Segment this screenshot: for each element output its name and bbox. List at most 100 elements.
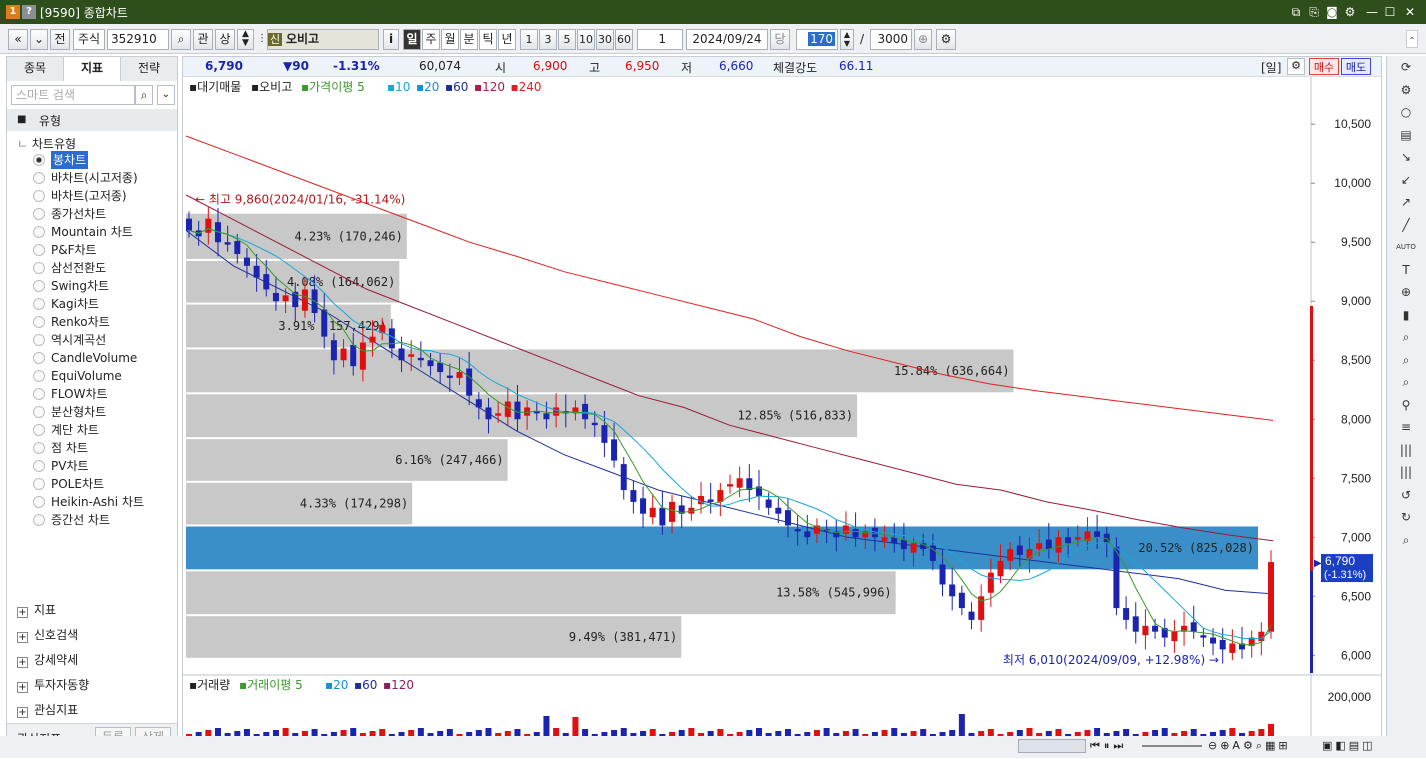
close-icon[interactable]: ✕ xyxy=(1402,3,1418,21)
chart-type-label[interactable]: 역시계곡선 xyxy=(51,331,106,349)
chart-type-radio[interactable] xyxy=(33,226,45,238)
sell-button[interactable]: 매도 xyxy=(1341,58,1371,75)
chart-type-label[interactable]: 삼선전환도 xyxy=(51,259,106,277)
chart-type-label[interactable]: 점 차트 xyxy=(51,439,88,457)
right-tool-icon[interactable]: ||| xyxy=(1395,463,1417,481)
period-tab-0[interactable]: 일 xyxy=(403,29,421,50)
chart-type-radio[interactable] xyxy=(33,298,45,310)
info-button[interactable]: i xyxy=(383,29,399,50)
type-header[interactable]: ■ 유형 xyxy=(7,109,177,131)
market-select[interactable]: 주식 xyxy=(73,29,105,50)
legend-item[interactable]: ▪240 xyxy=(511,80,542,94)
window-copy-icon[interactable]: ⎘ xyxy=(1306,3,1322,21)
count-select[interactable]: 1 xyxy=(637,29,683,50)
chart-type-label[interactable]: 바차트(고저종) xyxy=(51,187,127,205)
chart-type-radio[interactable] xyxy=(33,370,45,382)
legend-item[interactable]: ▪60 xyxy=(445,80,468,94)
left-tab-1[interactable]: 지표 xyxy=(64,57,121,81)
zoom-controls[interactable]: ⊖⊕A⚙⌕▦⊞ xyxy=(1208,739,1291,753)
chart-type-label[interactable]: 증간선 차트 xyxy=(51,511,110,529)
spin-updown-icon[interactable]: ▲ ▼ xyxy=(237,29,254,50)
chart-type-label[interactable]: FLOW차트 xyxy=(51,385,108,403)
chart-type-label[interactable]: Mountain 차트 xyxy=(51,223,133,241)
volume-legend-item[interactable]: ▪120 xyxy=(383,678,414,692)
chart-type-radio[interactable] xyxy=(33,388,45,400)
view-count-input[interactable]: 170 xyxy=(796,29,838,50)
right-tool-icon[interactable]: ○ xyxy=(1395,103,1417,121)
chart-type-radio[interactable] xyxy=(33,334,45,346)
search-expand-icon[interactable]: ⌄ xyxy=(157,85,175,105)
legend-item[interactable]: ▪20 xyxy=(416,80,439,94)
period-tab-1[interactable]: 주 xyxy=(422,29,440,50)
chart-type-label[interactable]: PV차트 xyxy=(51,457,89,475)
chart-type-label[interactable]: P&F차트 xyxy=(51,241,97,259)
zoom-icon[interactable]: ⊕ xyxy=(914,29,932,50)
chart-type-radio[interactable] xyxy=(33,262,45,274)
chart-type-label[interactable]: POLE차트 xyxy=(51,475,104,493)
right-tool-icon[interactable]: ↗ xyxy=(1395,193,1417,211)
right-tool-icon[interactable]: ⌕ xyxy=(1395,351,1417,369)
interval-button-3[interactable]: 3 xyxy=(539,29,557,50)
legend-item[interactable]: ▪오비고 xyxy=(251,80,292,94)
chart-type-label[interactable]: Renko차트 xyxy=(51,313,110,331)
interval-button-30[interactable]: 30 xyxy=(596,29,614,50)
period-tab-4[interactable]: 틱 xyxy=(479,29,497,50)
stock-name-box[interactable]: 신 오비고 xyxy=(267,29,379,50)
right-tool-icon[interactable]: ⊕ xyxy=(1395,283,1417,301)
legend-item[interactable]: ▪10 xyxy=(387,80,410,94)
chart-settings-icon[interactable]: ⚙ xyxy=(1287,58,1305,75)
right-tool-icon[interactable]: ↙ xyxy=(1395,171,1417,189)
buy-button[interactable]: 매수 xyxy=(1309,58,1339,75)
period-tab-2[interactable]: 월 xyxy=(441,29,459,50)
right-tool-icon[interactable]: ↻ xyxy=(1395,508,1417,526)
volume-legend-item[interactable]: ▪60 xyxy=(354,678,377,692)
date-input[interactable]: 2024/09/24 xyxy=(686,29,768,50)
chart-type-label[interactable]: Kagi차트 xyxy=(51,295,99,313)
right-tool-icon[interactable]: ⌕ xyxy=(1395,373,1417,391)
chart-type-radio[interactable] xyxy=(33,190,45,202)
chart-type-label[interactable]: 바차트(시고저종) xyxy=(51,169,138,187)
maximize-icon[interactable]: ☐ xyxy=(1382,3,1398,21)
chart-type-label[interactable]: Swing차트 xyxy=(51,277,109,295)
left-section-item[interactable]: + 강세약세 xyxy=(17,651,78,668)
chart-type-radio[interactable] xyxy=(33,406,45,418)
right-tool-icon[interactable]: ⌕ xyxy=(1395,328,1417,346)
watch-button[interactable]: 관 xyxy=(193,29,213,50)
chart-type-radio[interactable] xyxy=(33,154,45,166)
interval-button-10[interactable]: 10 xyxy=(577,29,595,50)
period-tab-5[interactable]: 년 xyxy=(498,29,516,50)
right-tool-icon[interactable]: ≡ xyxy=(1395,418,1417,436)
settings-icon[interactable]: ⚙ xyxy=(1342,3,1358,21)
right-tool-icon[interactable]: T xyxy=(1395,261,1417,279)
chart-type-label[interactable]: CandleVolume xyxy=(51,349,137,367)
volume-legend-item[interactable]: ▪거래량 xyxy=(189,678,230,692)
chart-type-radio[interactable] xyxy=(33,514,45,526)
candlestick-chart[interactable]: 4.23% (170,246) 4.08% (164,062) 3.91% (157… xyxy=(183,77,1381,751)
right-tool-icon[interactable]: ⌕ xyxy=(1395,531,1417,549)
help-icon[interactable]: ? xyxy=(22,5,36,19)
chart-type-radio[interactable] xyxy=(33,424,45,436)
chart-type-radio[interactable] xyxy=(33,442,45,454)
left-section-item[interactable]: + 지표 xyxy=(17,601,56,618)
chart-type-radio[interactable] xyxy=(33,496,45,508)
right-tool-icon[interactable]: ↘ xyxy=(1395,148,1417,166)
right-tool-icon[interactable]: ▮ xyxy=(1395,306,1417,324)
search-icon[interactable]: ⌕ xyxy=(171,29,191,50)
chart-type-radio[interactable] xyxy=(33,478,45,490)
toolbar-settings-icon[interactable]: ⚙ xyxy=(936,29,956,50)
left-tab-0[interactable]: 종목 xyxy=(7,57,64,81)
period-tab-3[interactable]: 분 xyxy=(460,29,478,50)
left-section-item[interactable]: + 신호검색 xyxy=(17,626,78,643)
chart-type-radio[interactable] xyxy=(33,352,45,364)
left-section-item[interactable]: + 투자자동향 xyxy=(17,676,89,693)
legend-item[interactable]: ▪120 xyxy=(474,80,505,94)
right-tool-icon[interactable]: ▤ xyxy=(1395,126,1417,144)
toolbar-expand-icon[interactable]: ⌃ xyxy=(1406,30,1418,48)
chart-type-radio[interactable] xyxy=(33,172,45,184)
left-section-item[interactable]: + 관심지표 xyxy=(17,701,78,718)
prev-stock-button[interactable]: 전 xyxy=(50,29,70,50)
horizontal-scrollbar[interactable] xyxy=(1018,739,1086,753)
chart-type-label[interactable]: 계단 차트 xyxy=(51,421,99,439)
nav-prev-button[interactable]: « xyxy=(8,29,28,50)
sang-button[interactable]: 상 xyxy=(215,29,235,50)
